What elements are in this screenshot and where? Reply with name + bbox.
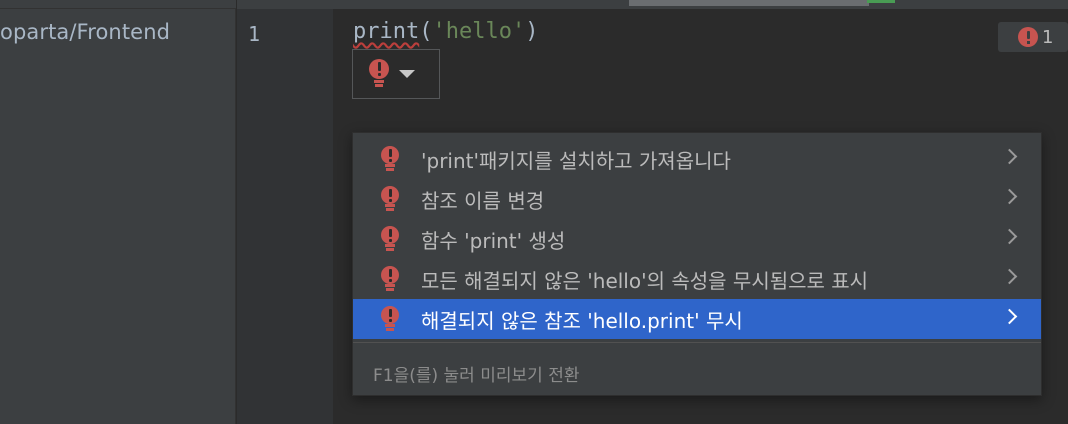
intention-actions-popup: 'print'패키지를 설치하고 가져옵니다 참조 이름 변경 함수 'prin…	[352, 132, 1042, 396]
sidebar-toolbar	[0, 0, 236, 9]
intention-item-rename-reference[interactable]: 참조 이름 변경	[353, 179, 1041, 219]
project-sidebar: oparta/Frontend	[0, 0, 236, 424]
active-tab-indicator[interactable]	[629, 0, 869, 6]
intention-item-create-function[interactable]: 함수 'print' 생성	[353, 219, 1041, 259]
red-error-bulb-icon	[381, 266, 399, 292]
intention-item-ignore-reference[interactable]: 해결되지 않은 참조 'hello.print' 무시	[353, 299, 1041, 339]
intention-item-label: 해결되지 않은 참조 'hello.print' 무시	[421, 308, 743, 333]
intention-item-label: 참조 이름 변경	[421, 188, 545, 213]
project-tree-item-partial[interactable]	[4, 414, 124, 424]
red-error-bulb-icon	[381, 186, 399, 212]
preview-hint: F1을(를) 눌러 미리보기 전환	[373, 366, 580, 386]
chevron-right-icon	[1001, 308, 1018, 325]
red-error-bulb-icon	[381, 226, 399, 252]
code-paren-open: (	[419, 19, 433, 44]
popup-divider	[353, 342, 1041, 343]
intention-item-label: 함수 'print' 생성	[421, 228, 566, 253]
intention-bulb-button[interactable]	[352, 49, 440, 99]
chevron-right-icon	[1001, 148, 1018, 165]
chevron-down-icon	[399, 70, 415, 78]
red-error-bulb-icon	[381, 306, 399, 332]
code-line[interactable]: print('hello')	[353, 19, 538, 44]
red-error-bulb-icon	[381, 146, 399, 172]
intention-item-mark-attributes-ignored[interactable]: 모든 해결되지 않은 'hello'의 속성을 무시됨으로 표시	[353, 259, 1041, 299]
error-count-indicator[interactable]: 1	[998, 22, 1068, 52]
chevron-right-icon	[1001, 228, 1018, 245]
ide-window: oparta/Frontend 1 print('hello') 1 'prin…	[0, 0, 1068, 424]
error-count: 1	[1042, 26, 1054, 48]
chevron-right-icon	[1001, 188, 1018, 205]
intention-item-label: 모든 해결되지 않은 'hello'의 속성을 무시됨으로 표시	[421, 268, 869, 293]
code-paren-close: )	[525, 19, 539, 44]
intention-item-label: 'print'패키지를 설치하고 가져옵니다	[421, 148, 731, 173]
code-function-name[interactable]: print	[353, 19, 419, 44]
project-tree-item[interactable]: oparta/Frontend	[0, 20, 170, 44]
code-string-literal[interactable]: 'hello'	[432, 19, 525, 44]
line-number: 1	[248, 22, 261, 46]
chevron-right-icon	[1001, 268, 1018, 285]
line-number-gutter	[237, 9, 333, 424]
intention-item-install-package[interactable]: 'print'패키지를 설치하고 가져옵니다	[353, 139, 1041, 179]
red-error-bulb-icon	[369, 59, 389, 89]
status-marker	[867, 0, 895, 3]
error-circle-icon	[1018, 27, 1038, 47]
editor-tab-bar	[237, 0, 1068, 9]
